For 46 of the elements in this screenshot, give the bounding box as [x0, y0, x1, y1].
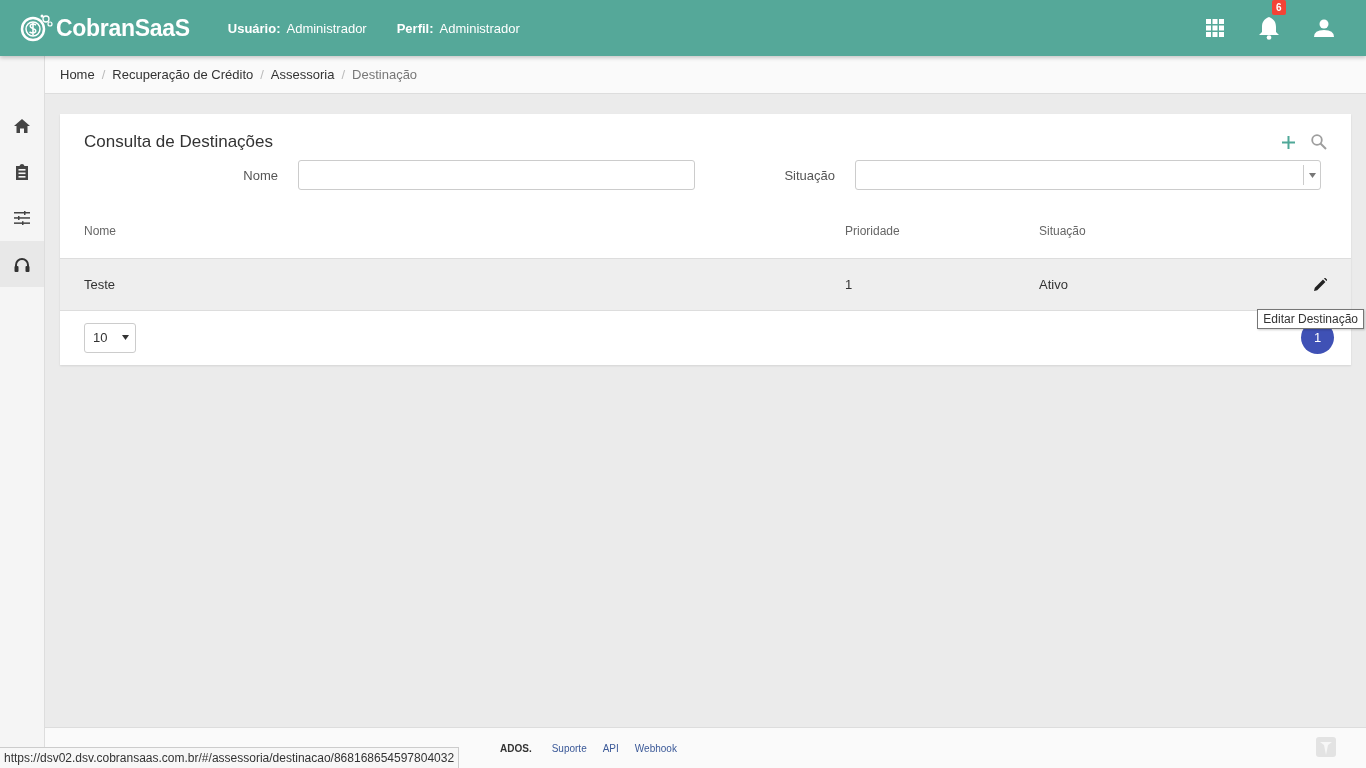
table-cell-text: 1	[845, 277, 854, 292]
column-header: Nome	[84, 224, 117, 240]
bell-icon[interactable]	[1258, 16, 1280, 40]
status-url: https://dsv02.dsv.cobransaas.com.br/#/assessoria/destinacao/868168654597804032	[0, 747, 460, 768]
clipboard-icon	[15, 164, 29, 180]
user-icon[interactable]	[1314, 19, 1334, 37]
breadcrumb-separator: /	[260, 67, 264, 82]
card-title: Consulta de Destinações	[84, 132, 274, 152]
tooltip: Editar Destinação	[1257, 309, 1364, 329]
add-icon[interactable]	[1282, 135, 1295, 149]
table-cell: Ativo	[1039, 277, 1068, 292]
pencil-icon[interactable]	[1314, 278, 1327, 291]
footer-link[interactable]: API	[602, 742, 619, 754]
breadcrumb-link[interactable]: Recuperação de Crédito	[112, 67, 254, 82]
sliders-icon	[14, 211, 30, 225]
name-input-field[interactable]	[298, 160, 695, 190]
user-name: Administrador	[286, 20, 367, 36]
table-cell-text: Teste	[84, 277, 117, 292]
home-icon	[14, 119, 30, 133]
footer-text: ADOS.	[500, 742, 532, 754]
column-header: Prioridade	[845, 224, 901, 240]
breadcrumb-separator: /	[101, 67, 106, 82]
apps-grid-icon[interactable]	[1206, 19, 1224, 37]
user-label: Usuário:	[227, 20, 281, 36]
caret-icon	[122, 335, 129, 340]
profile-label: Perfil:	[396, 20, 434, 36]
breadcrumb-separator: /	[341, 67, 346, 82]
sidebar-item[interactable]	[0, 241, 44, 287]
filter-label: Situação	[783, 167, 835, 183]
headphones-icon	[14, 256, 30, 272]
caret-icon	[1308, 172, 1316, 178]
coin-logo-icon	[20, 13, 54, 43]
breadcrumb-current: Destinação	[352, 67, 418, 82]
profile-name: Administrador	[439, 20, 520, 36]
page-size-dropdown[interactable]: 10	[84, 322, 136, 353]
breadcrumb-link[interactable]: Assessoria	[270, 67, 335, 82]
status-dropdown[interactable]	[855, 160, 1321, 190]
footer-link[interactable]: Suporte	[551, 742, 587, 754]
search-icon[interactable]	[1311, 134, 1327, 150]
filter-label: Nome	[242, 167, 278, 183]
breadcrumb-link[interactable]: Home	[60, 67, 95, 82]
notification-badge: 6	[1272, 0, 1286, 15]
column-header: Situação	[1039, 224, 1086, 240]
table-row[interactable]: Teste 1 Ativo	[60, 259, 1351, 311]
brand-name: CobranSaaS	[56, 14, 190, 42]
footer-link[interactable]: Webhook	[634, 742, 677, 754]
